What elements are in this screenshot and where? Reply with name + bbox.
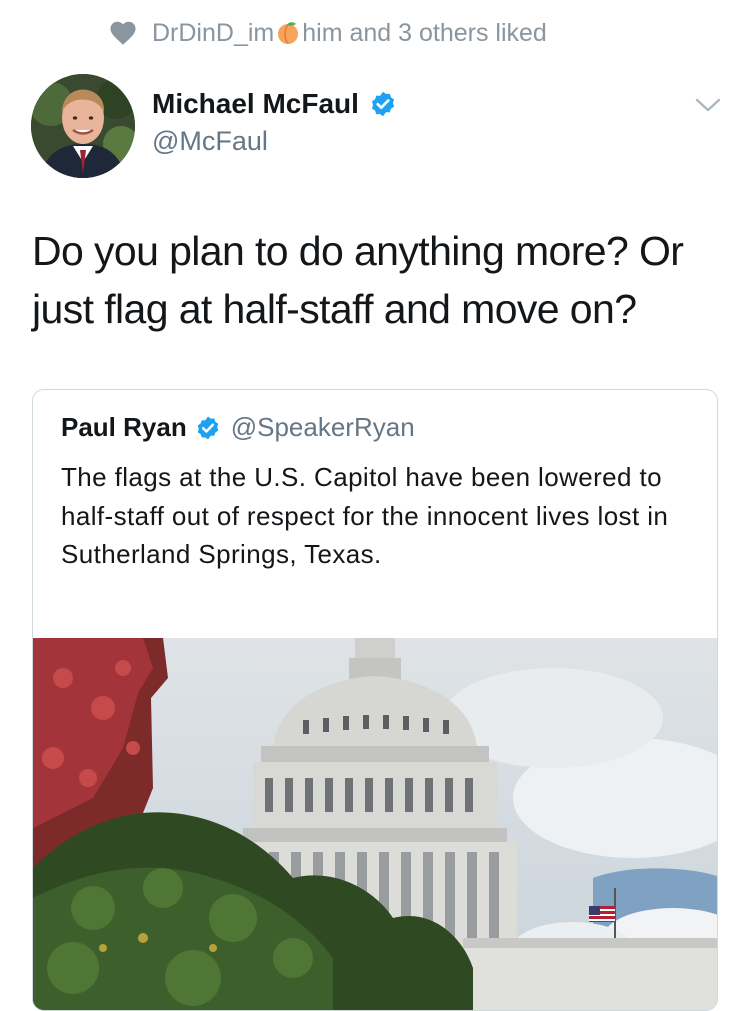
quoted-author-name: Paul Ryan: [61, 412, 187, 442]
author-name-text: Michael McFaul: [152, 88, 359, 119]
heart-icon: [110, 21, 136, 45]
tweet-text: Do you plan to do anything more? Or just…: [32, 228, 684, 332]
social-context: DrDinD_im him and 3 others liked: [108, 16, 547, 50]
author-name[interactable]: Michael McFaul: [152, 88, 397, 120]
quoted-tweet-text: The flags at the U.S. Capitol have been …: [61, 462, 669, 569]
capitol-photo[interactable]: [33, 638, 717, 1010]
chevron-down-icon[interactable]: [693, 94, 723, 116]
quoted-tweet-card[interactable]: Paul Ryan @SpeakerRyan The flags at the …: [32, 389, 718, 1011]
quoted-tweet-header: Paul Ryan @SpeakerRyan: [61, 412, 415, 443]
quoted-author-handle: @SpeakerRyan: [230, 412, 415, 442]
liked-suffix: him and 3 others liked: [302, 18, 547, 47]
liker-name[interactable]: DrDinD_im: [152, 19, 274, 48]
verified-badge-icon: [371, 91, 395, 117]
peach-icon: [278, 22, 299, 44]
verified-badge-icon: [197, 416, 219, 439]
author-handle[interactable]: @McFaul: [152, 126, 268, 157]
avatar[interactable]: [31, 74, 135, 178]
